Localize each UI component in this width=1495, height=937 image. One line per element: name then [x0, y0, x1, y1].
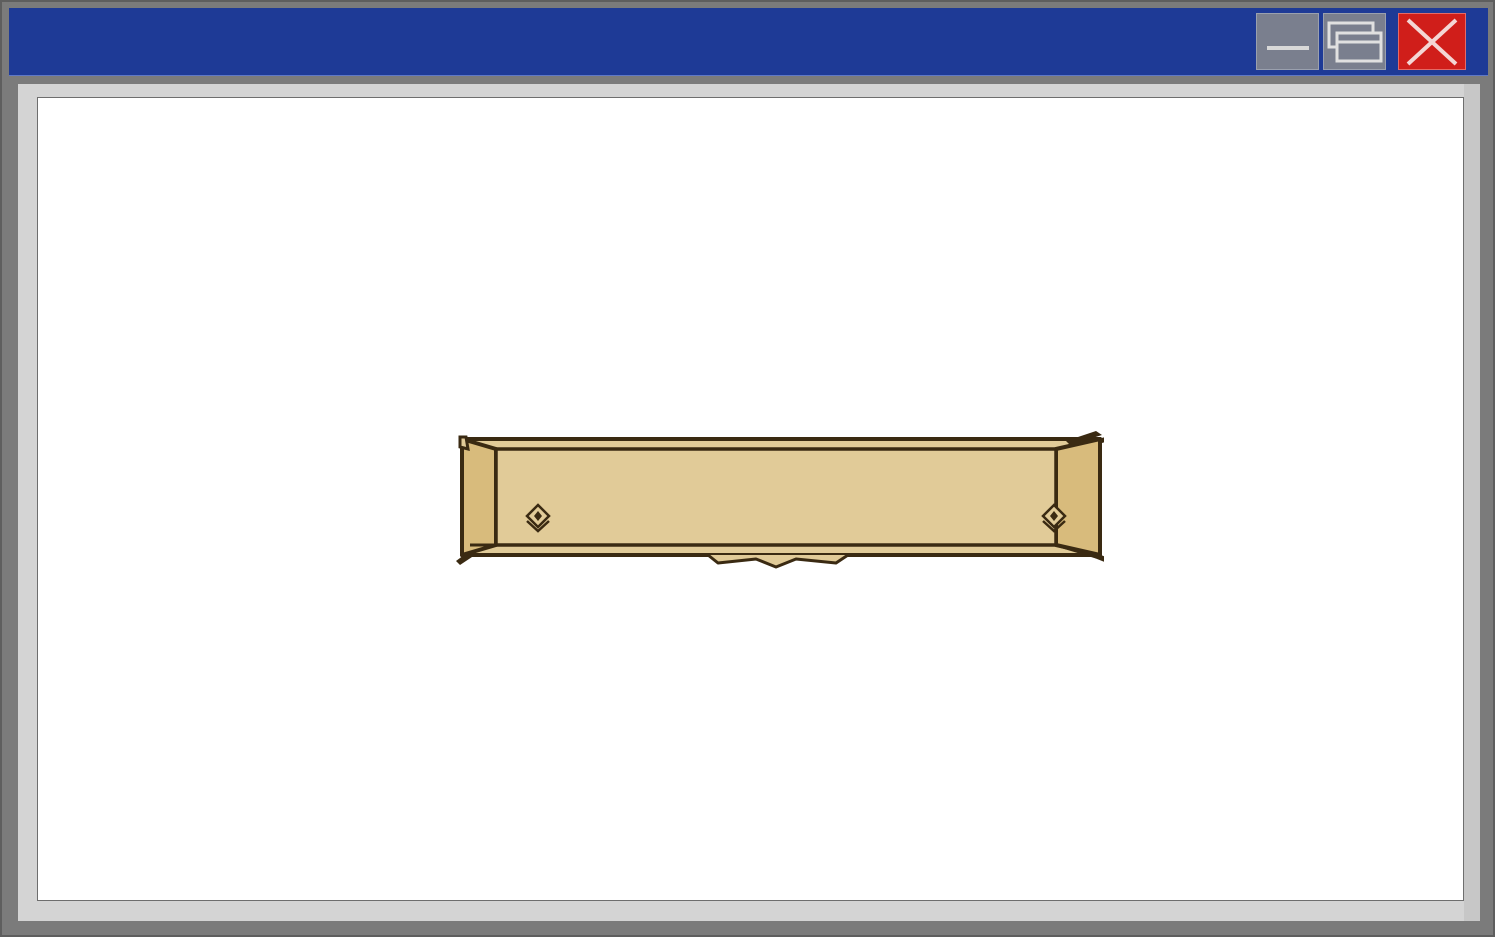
close-icon: [1406, 18, 1458, 65]
restore-icon: [1327, 21, 1382, 62]
close-button[interactable]: [1398, 13, 1466, 70]
minimize-icon: [1266, 45, 1309, 50]
title-bar[interactable]: [9, 8, 1488, 76]
app-window: [0, 0, 1495, 937]
content-area: [37, 97, 1464, 901]
banner-panel: [456, 431, 1104, 571]
minimize-button[interactable]: [1256, 13, 1319, 70]
restore-button[interactable]: [1323, 13, 1386, 70]
